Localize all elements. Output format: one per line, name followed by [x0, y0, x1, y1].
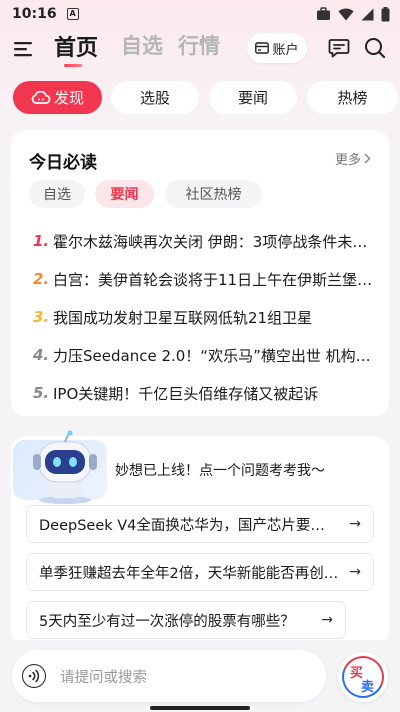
trade-button[interactable]: 买 卖 [336, 650, 390, 704]
arrow-right-icon: → [321, 612, 333, 628]
tab-watchlist[interactable]: 自选 [121, 30, 163, 60]
account-button[interactable]: 账户 [247, 33, 307, 63]
status-time: 10:16 [12, 6, 57, 22]
news-rank: 5. [33, 384, 50, 402]
more-link[interactable]: 更多 [335, 149, 371, 168]
news-item[interactable]: 1. 霍尔木兹海峡再次关闭 伊朗：3项停战条件未满足 [33, 222, 373, 260]
chip-label: 要闻 [237, 89, 268, 107]
suggested-question-button[interactable]: 单季狂赚超去年全年2倍，天华新能能否再创新高？ → [26, 553, 374, 591]
status-icons [316, 6, 390, 22]
trade-sell-label: 卖 [361, 680, 375, 695]
news-list: 1. 霍尔木兹海峡再次关闭 伊朗：3项停战条件未满足 2. 白宫：美伊首轮会谈将… [33, 222, 373, 412]
sound-wave-icon [28, 669, 40, 683]
chip-headlines[interactable]: 要闻 [209, 81, 297, 114]
chip-label: 发现 [53, 89, 84, 107]
top-header: 首页 自选 行情 账户 [0, 28, 400, 72]
bottom-bar: 请提问或搜索 买 卖 [0, 640, 400, 712]
notification-a-icon: A [66, 8, 79, 20]
ask-search-input[interactable]: 请提问或搜索 [12, 650, 326, 702]
category-chips: 发现 选股 要闻 热榜 [13, 81, 400, 115]
tab-home[interactable]: 首页 [54, 30, 98, 62]
suggested-question-button[interactable]: 5天内至少有过一次涨停的股票有哪些？ → [26, 601, 346, 639]
news-item[interactable]: 5. IPO关键期！千亿巨头佰维存储又被起诉 [33, 374, 373, 412]
chip-hot-list[interactable]: 热榜 [307, 81, 398, 114]
arrow-right-icon: → [349, 564, 361, 580]
question-text: DeepSeek V4全面换芯华为，国产芯片要爆发了吗？ [39, 517, 340, 534]
daily-read-title: 今日必读 [29, 153, 97, 173]
signal-icon [361, 8, 374, 20]
more-label: 更多 [334, 153, 361, 168]
wallet-icon [255, 42, 270, 54]
question-text: 单季狂赚超去年全年2倍，天华新能能否再创新高？ [39, 565, 340, 582]
robot-mascot-icon [33, 430, 97, 504]
news-title: 我国成功发射卫星互联网低轨21组卫星 [53, 308, 313, 327]
news-item[interactable]: 4. 力压Seedance 2.0！“欢乐马”横空出世 机构看好AI视频 [33, 336, 373, 374]
news-title: IPO关键期！千亿巨头佰维存储又被起诉 [53, 384, 319, 403]
menu-icon[interactable] [14, 40, 34, 58]
voice-icon[interactable] [22, 664, 46, 688]
daily-read-card: 今日必读 更多 自选 要闻 社区热榜 1. 霍尔木兹海峡再次关闭 伊朗：3项停战… [11, 130, 389, 416]
wifi-icon [338, 8, 354, 20]
news-item[interactable]: 3. 我国成功发射卫星互联网低轨21组卫星 [33, 298, 373, 336]
subtab-watchlist[interactable]: 自选 [29, 180, 85, 208]
arrow-right-icon: → [349, 516, 361, 532]
news-rank: 3. [33, 308, 50, 326]
chip-discover[interactable]: 发现 [13, 81, 102, 114]
ai-intro-text: 妙想已上线！点一个问题考考我～ [115, 463, 325, 479]
news-title: 白宫：美伊首轮会谈将于11日上午在伊斯兰堡举行 [53, 270, 373, 289]
status-bar: 10:16 A [0, 0, 400, 28]
ask-placeholder: 请提问或搜索 [60, 669, 147, 686]
chevron-right-icon [364, 153, 371, 164]
cloud-icon [31, 90, 51, 104]
account-label: 账户 [272, 42, 299, 58]
briefcase-icon [317, 7, 330, 20]
news-rank: 1. [33, 232, 50, 250]
chip-stock-picker[interactable]: 选股 [111, 81, 199, 114]
home-indicator[interactable] [150, 706, 250, 710]
news-title: 霍尔木兹海峡再次关闭 伊朗：3项停战条件未满足 [53, 232, 373, 251]
question-text: 5天内至少有过一次涨停的股票有哪些？ [39, 613, 295, 630]
search-icon[interactable] [364, 37, 386, 59]
active-tab-indicator [64, 64, 82, 67]
suggested-question-button[interactable]: DeepSeek V4全面换芯华为，国产芯片要爆发了吗？ → [26, 505, 374, 543]
subtab-headlines[interactable]: 要闻 [95, 180, 154, 208]
subtab-community-hot[interactable]: 社区热榜 [165, 180, 262, 208]
ai-assistant-card: 妙想已上线！点一个问题考考我～ DeepSeek V4全面换芯华为，国产芯片要爆… [11, 430, 389, 646]
battery-icon [381, 6, 390, 21]
message-icon[interactable] [328, 37, 350, 59]
chip-label: 选股 [139, 89, 170, 107]
tab-market[interactable]: 行情 [178, 30, 220, 60]
chip-label: 热榜 [337, 89, 368, 107]
news-item[interactable]: 2. 白宫：美伊首轮会谈将于11日上午在伊斯兰堡举行 [33, 260, 373, 298]
news-rank: 2. [33, 270, 50, 288]
news-title: 力压Seedance 2.0！“欢乐马”横空出世 机构看好AI视频 [53, 346, 373, 365]
news-rank: 4. [33, 346, 50, 364]
